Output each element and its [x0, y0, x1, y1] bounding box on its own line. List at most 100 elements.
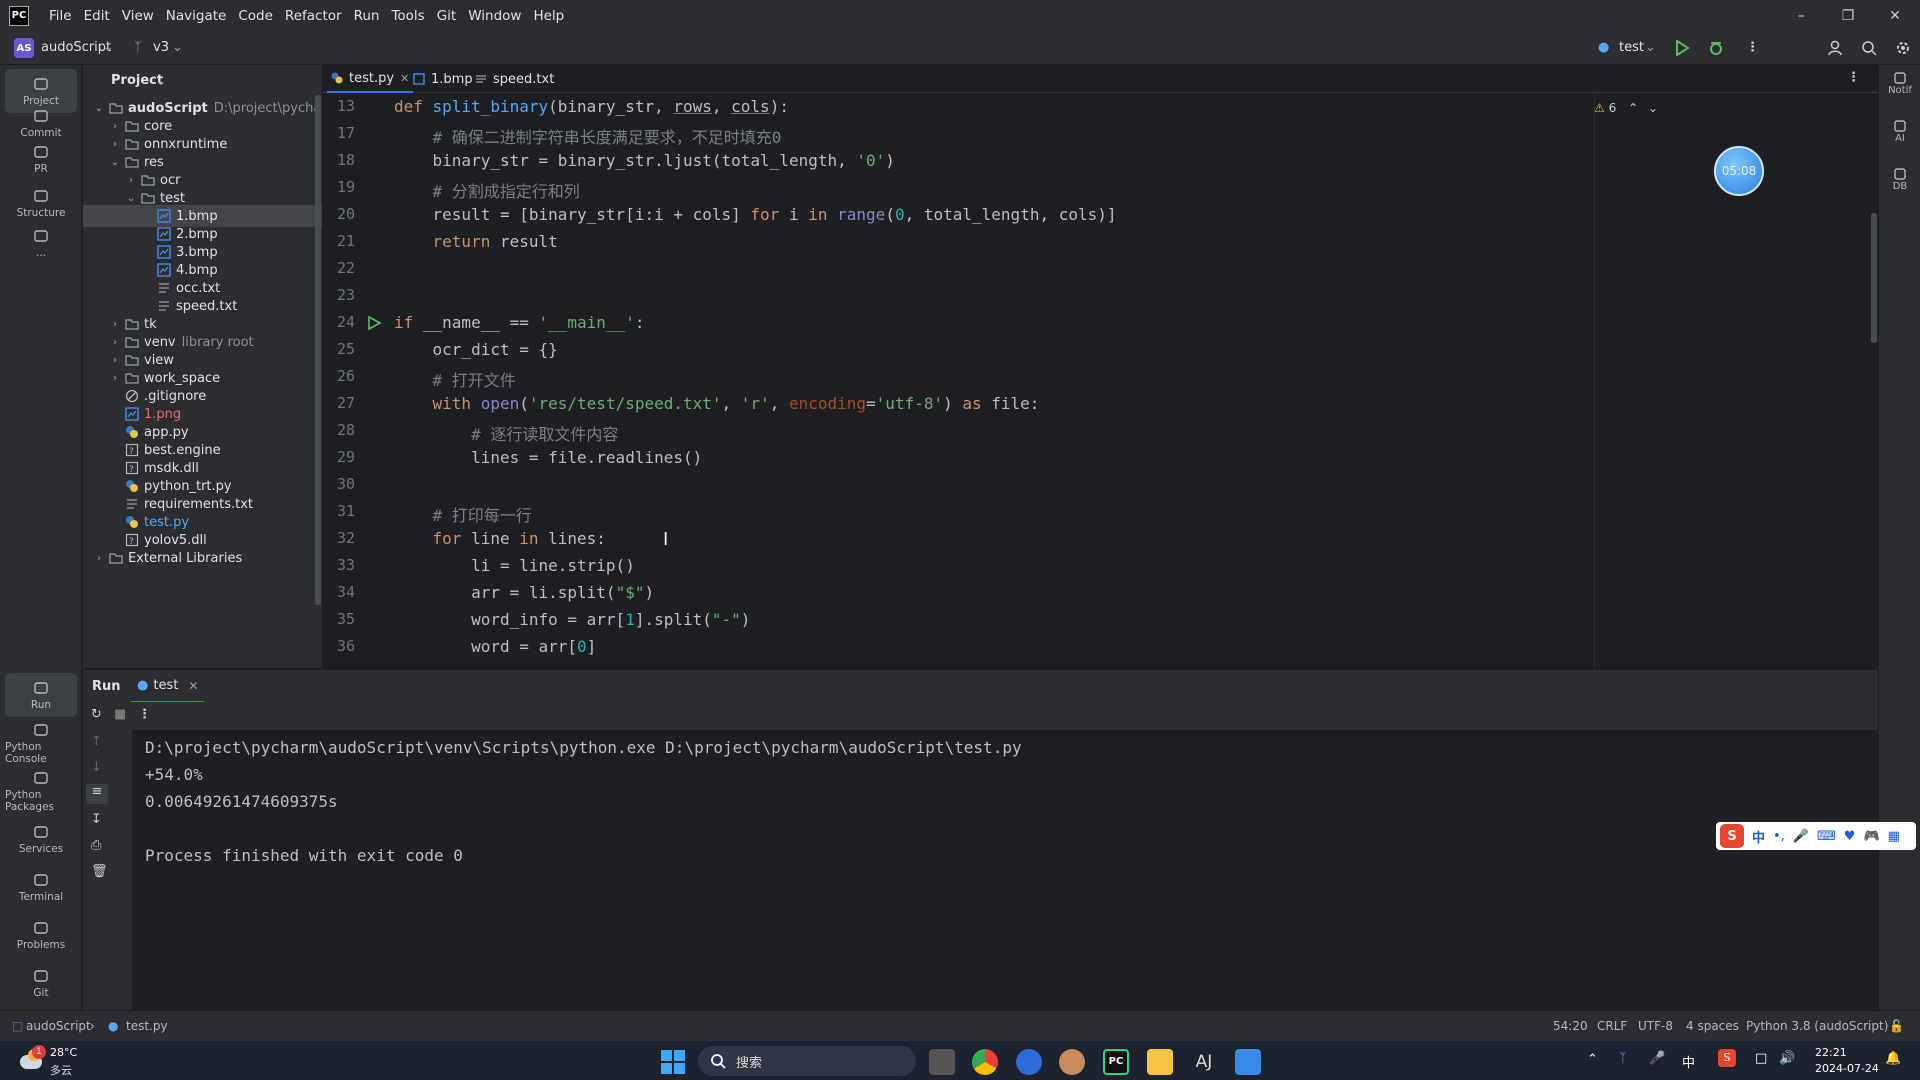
inspection-widget[interactable]: ⚠ 6 ⌃ ⌄: [1594, 101, 1658, 115]
code-line[interactable]: return result: [394, 232, 558, 251]
code-line[interactable]: def split_binary(binary_str, rows, cols)…: [394, 97, 789, 116]
pycharm-taskbar-icon[interactable]: PC: [1103, 1049, 1129, 1075]
more-actions-icon[interactable]: ⋮: [1746, 40, 1759, 55]
close-icon[interactable]: ✕: [1872, 0, 1918, 31]
code-line[interactable]: ocr_dict = {}: [394, 340, 558, 359]
rerun-icon[interactable]: ↻: [91, 707, 102, 722]
network-icon[interactable]: □: [1755, 1051, 1767, 1066]
grid-menu-icon[interactable]: ▦: [1888, 829, 1900, 844]
ime-mode[interactable]: 中: [1752, 827, 1765, 846]
tool-window-git[interactable]: Git: [5, 961, 77, 1005]
chevron-down-icon[interactable]: ⌄: [103, 40, 114, 55]
code-line[interactable]: arr = li.split("$"): [394, 583, 654, 602]
trash-icon[interactable]: 🗑: [91, 864, 108, 879]
feather-app-icon[interactable]: [1016, 1049, 1042, 1075]
code-line[interactable]: result = [binary_str[i:i + cols] for i i…: [394, 205, 1117, 224]
right-tool-db[interactable]: DB: [1879, 167, 1920, 192]
run-console[interactable]: D:\project\pycharm\audoScript\venv\Scrip…: [132, 730, 1878, 1010]
code-line[interactable]: lines = file.readlines(): [394, 448, 702, 467]
file-encoding[interactable]: UTF-8: [1638, 1019, 1673, 1033]
game-icon[interactable]: 🎮: [1863, 829, 1879, 844]
print-icon[interactable]: ⎙: [91, 838, 101, 853]
menu-item-tools[interactable]: Tools: [385, 8, 430, 24]
windows-start-icon[interactable]: [661, 1050, 685, 1074]
chevron-down-icon[interactable]: ⌄: [109, 157, 121, 168]
search-icon[interactable]: [1861, 40, 1877, 56]
chevron-down-icon[interactable]: ⌄: [1648, 101, 1658, 115]
line-separator[interactable]: CRLF: [1597, 1019, 1627, 1033]
gutter-run-icon[interactable]: [367, 316, 381, 330]
text-app-icon[interactable]: AJ: [1191, 1049, 1217, 1075]
notification-bell-icon[interactable]: 🔔: [1885, 1051, 1901, 1066]
settings-icon[interactable]: [1895, 40, 1911, 56]
project-badge[interactable]: AS: [14, 38, 34, 58]
tree-file[interactable]: › External Libraries: [83, 547, 322, 569]
weather-icon[interactable]: 1: [18, 1045, 46, 1073]
chevron-down-icon[interactable]: ⌄: [172, 40, 183, 55]
branch-selector[interactable]: v3: [153, 40, 169, 55]
scroll-up-icon[interactable]: ↑: [91, 734, 102, 749]
chevron-right-icon[interactable]: ›: [109, 373, 121, 384]
code-line[interactable]: word_info = arr[1].split("-"): [394, 610, 750, 629]
project-selector[interactable]: audoScript: [41, 40, 111, 55]
chevron-right-icon[interactable]: ›: [109, 319, 121, 330]
menu-item-git[interactable]: Git: [431, 8, 463, 24]
chevron-right-icon[interactable]: ›: [109, 337, 121, 348]
code-line[interactable]: # 打开文件: [394, 367, 516, 391]
code-line[interactable]: if __name__ == '__main__':: [394, 313, 644, 332]
lock-icon[interactable]: 🔓: [1889, 1019, 1904, 1033]
bluetooth-icon[interactable]: ᛉ: [1619, 1051, 1627, 1066]
tab-speed-txt[interactable]: speed.txt: [471, 65, 558, 93]
right-tool-notif[interactable]: Notif: [1879, 71, 1920, 96]
tool-window-structure[interactable]: Structure: [5, 181, 77, 225]
tree-scrollbar[interactable]: [315, 95, 321, 605]
keyboard-icon[interactable]: ⌨: [1817, 829, 1836, 844]
tab-test-py[interactable]: test.py ✕: [327, 65, 414, 93]
tab-menu-icon[interactable]: ⋮: [1847, 70, 1860, 85]
code-line[interactable]: # 打印每一行: [394, 502, 532, 526]
more-icon[interactable]: ⋮: [138, 707, 151, 722]
chevron-right-icon[interactable]: ›: [125, 175, 137, 186]
scroll-down-icon[interactable]: ↓: [91, 760, 102, 775]
tool-window-problems[interactable]: Problems: [5, 913, 77, 957]
floating-timer-widget[interactable]: 05:08: [1714, 146, 1764, 196]
tool-window-terminal[interactable]: Terminal: [5, 865, 77, 909]
run-icon[interactable]: [1674, 40, 1690, 56]
chevron-down-icon[interactable]: ⌄: [93, 103, 105, 114]
tray-expand-icon[interactable]: ⌃: [1587, 1052, 1598, 1067]
chevron-down-icon[interactable]: ⌄: [156, 74, 166, 88]
close-tab-icon[interactable]: ✕: [400, 72, 409, 85]
chevron-down-icon[interactable]: ⌄: [1645, 40, 1656, 55]
code-line[interactable]: # 确保二进制字符串长度满足要求，不足时填充0: [394, 124, 782, 148]
indent-setting[interactable]: 4 spaces: [1686, 1019, 1739, 1033]
restore-icon[interactable]: ❐: [1825, 0, 1871, 31]
microphone-icon[interactable]: 🎤: [1649, 1051, 1665, 1066]
skin-icon[interactable]: ♥: [1844, 829, 1856, 844]
tool-window--[interactable]: ...: [5, 221, 77, 265]
stop-icon[interactable]: ■: [114, 707, 126, 722]
sogou-tray-icon[interactable]: S: [1718, 1049, 1736, 1067]
menu-item-view[interactable]: View: [116, 8, 160, 24]
code-line[interactable]: # 逐行读取文件内容: [394, 421, 618, 445]
chevron-up-icon[interactable]: ⌃: [1628, 101, 1638, 115]
code-line[interactable]: with open('res/test/speed.txt', 'r', enc…: [394, 394, 1040, 413]
right-tool-ai[interactable]: AI: [1879, 119, 1920, 144]
menu-item-refactor[interactable]: Refactor: [279, 8, 348, 24]
game-app-icon[interactable]: [1059, 1049, 1085, 1075]
code-line[interactable]: li = line.strip(): [394, 556, 635, 575]
close-tab-icon[interactable]: ✕: [188, 679, 198, 693]
punctuation-icon[interactable]: •,: [1773, 829, 1785, 844]
chevron-right-icon[interactable]: ›: [109, 121, 121, 132]
chevron-right-icon[interactable]: ›: [109, 355, 121, 366]
code-line[interactable]: word = arr[0]: [394, 637, 596, 656]
menu-item-run[interactable]: Run: [348, 8, 386, 24]
menu-item-code[interactable]: Code: [232, 8, 279, 24]
chevron-right-icon[interactable]: ›: [109, 139, 121, 150]
code-editor[interactable]: 13 def split_binary(binary_str, rows, col…: [323, 93, 1878, 668]
code-line[interactable]: # 分割成指定行和列: [394, 178, 580, 202]
ime-toolbar[interactable]: S 中 •, 🎤 ⌨ ♥ 🎮 ▦: [1716, 822, 1916, 850]
code-line[interactable]: binary_str = binary_str.ljust(total_leng…: [394, 151, 895, 170]
clock-time[interactable]: 22:21: [1815, 1046, 1847, 1059]
volume-icon[interactable]: 🔊: [1779, 1051, 1795, 1066]
tool-window-services[interactable]: Services: [5, 817, 77, 861]
